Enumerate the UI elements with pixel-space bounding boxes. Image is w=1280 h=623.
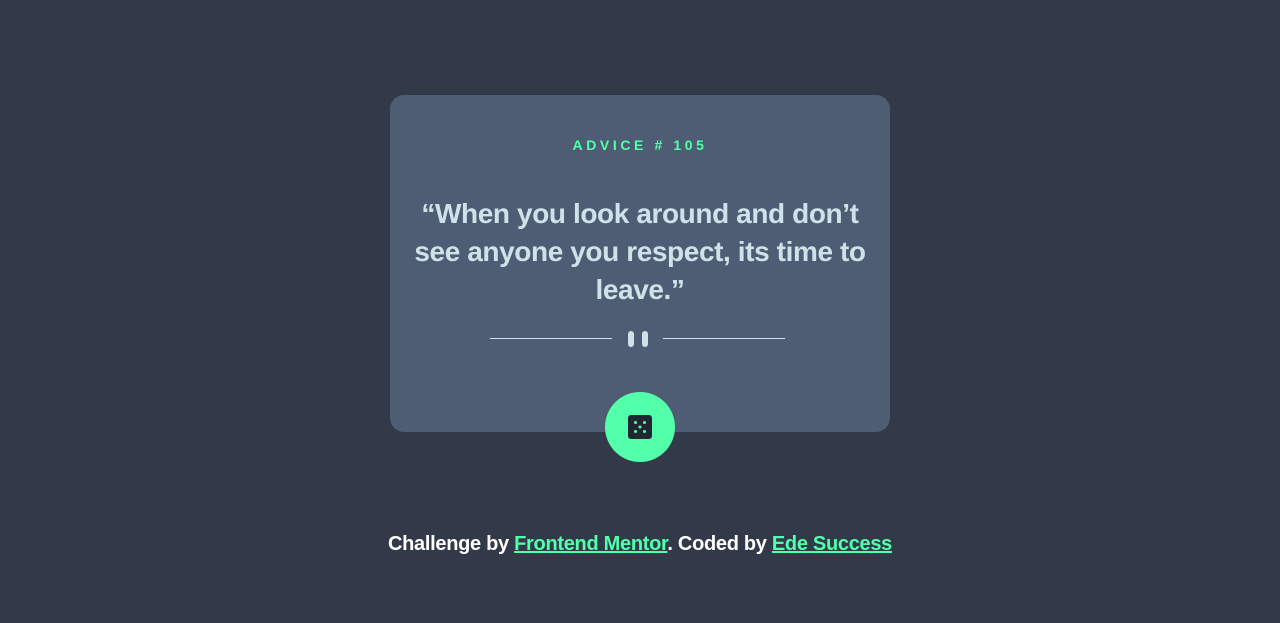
- attribution: Challenge by Frontend Mentor. Coded by E…: [0, 533, 1280, 556]
- advice-card: ADVICE # 105 “When you look around and d…: [390, 95, 890, 432]
- advice-id-label: ADVICE # 105: [572, 137, 708, 153]
- generate-advice-button[interactable]: [605, 392, 675, 462]
- dice-icon: [628, 415, 652, 439]
- advice-quote: “When you look around and don’t see anyo…: [408, 195, 872, 309]
- advice-quote-text: When you look around and don’t see anyon…: [414, 198, 866, 305]
- divider-line-left: [490, 338, 612, 339]
- attribution-middle: . Coded by: [667, 533, 772, 555]
- pause-icon: [628, 331, 648, 347]
- close-quote-mark: ”: [670, 274, 685, 305]
- pattern-divider: [490, 331, 785, 347]
- divider-line-right: [663, 338, 785, 339]
- author-link[interactable]: Ede Success: [772, 533, 892, 555]
- attribution-prefix: Challenge by: [388, 533, 515, 555]
- open-quote-mark: “: [421, 198, 436, 229]
- frontend-mentor-link[interactable]: Frontend Mentor: [514, 533, 668, 555]
